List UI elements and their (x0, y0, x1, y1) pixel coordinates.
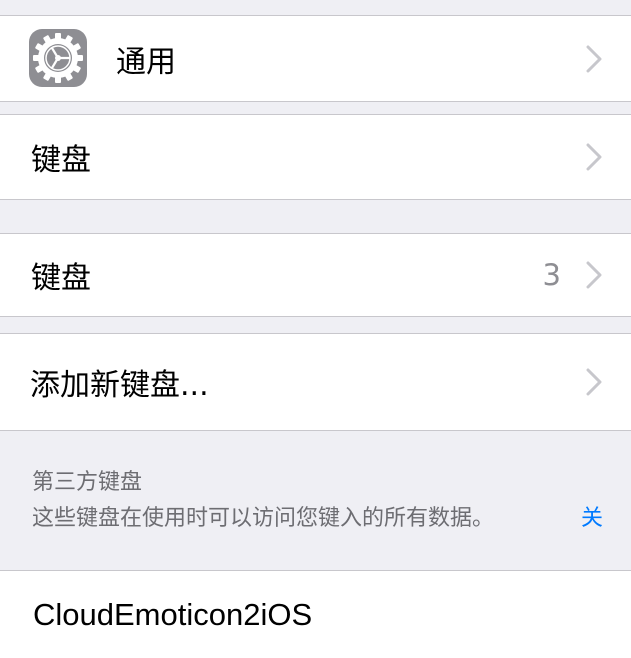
chevron-right-icon (585, 261, 603, 289)
keyboards-count: 3 (542, 258, 561, 292)
chevron-right-icon (585, 45, 603, 73)
general-label: 通用 (116, 44, 176, 80)
keyboards-label: 键盘 (31, 261, 91, 296)
third-party-keyboard-label: CloudEmoticon2iOS (33, 596, 313, 632)
chevron-right-icon (585, 143, 603, 171)
general-row[interactable]: 通用 (0, 15, 631, 102)
third-party-section-link[interactable]: 关 (581, 500, 603, 532)
third-party-section-header: 第三方键盘 (32, 470, 143, 495)
third-party-keyboard-row[interactable]: CloudEmoticon2iOS (0, 570, 631, 658)
add-keyboard-row[interactable]: 添加新键盘... (0, 333, 631, 431)
keyboard-label: 键盘 (31, 143, 91, 178)
chevron-right-icon (585, 368, 603, 396)
keyboard-row[interactable]: 键盘 (0, 114, 631, 200)
add-keyboard-label: 添加新键盘... (30, 368, 209, 403)
settings-page: 通用 键盘 键盘 3 添加新键盘... 第三方键盘 这些键盘在使用时可以访问您键… (0, 0, 631, 658)
gear-icon (29, 29, 87, 87)
third-party-section-footer: 这些键盘在使用时可以访问您键入的所有数据。 (32, 506, 495, 531)
keyboards-row[interactable]: 键盘 3 (0, 233, 631, 317)
